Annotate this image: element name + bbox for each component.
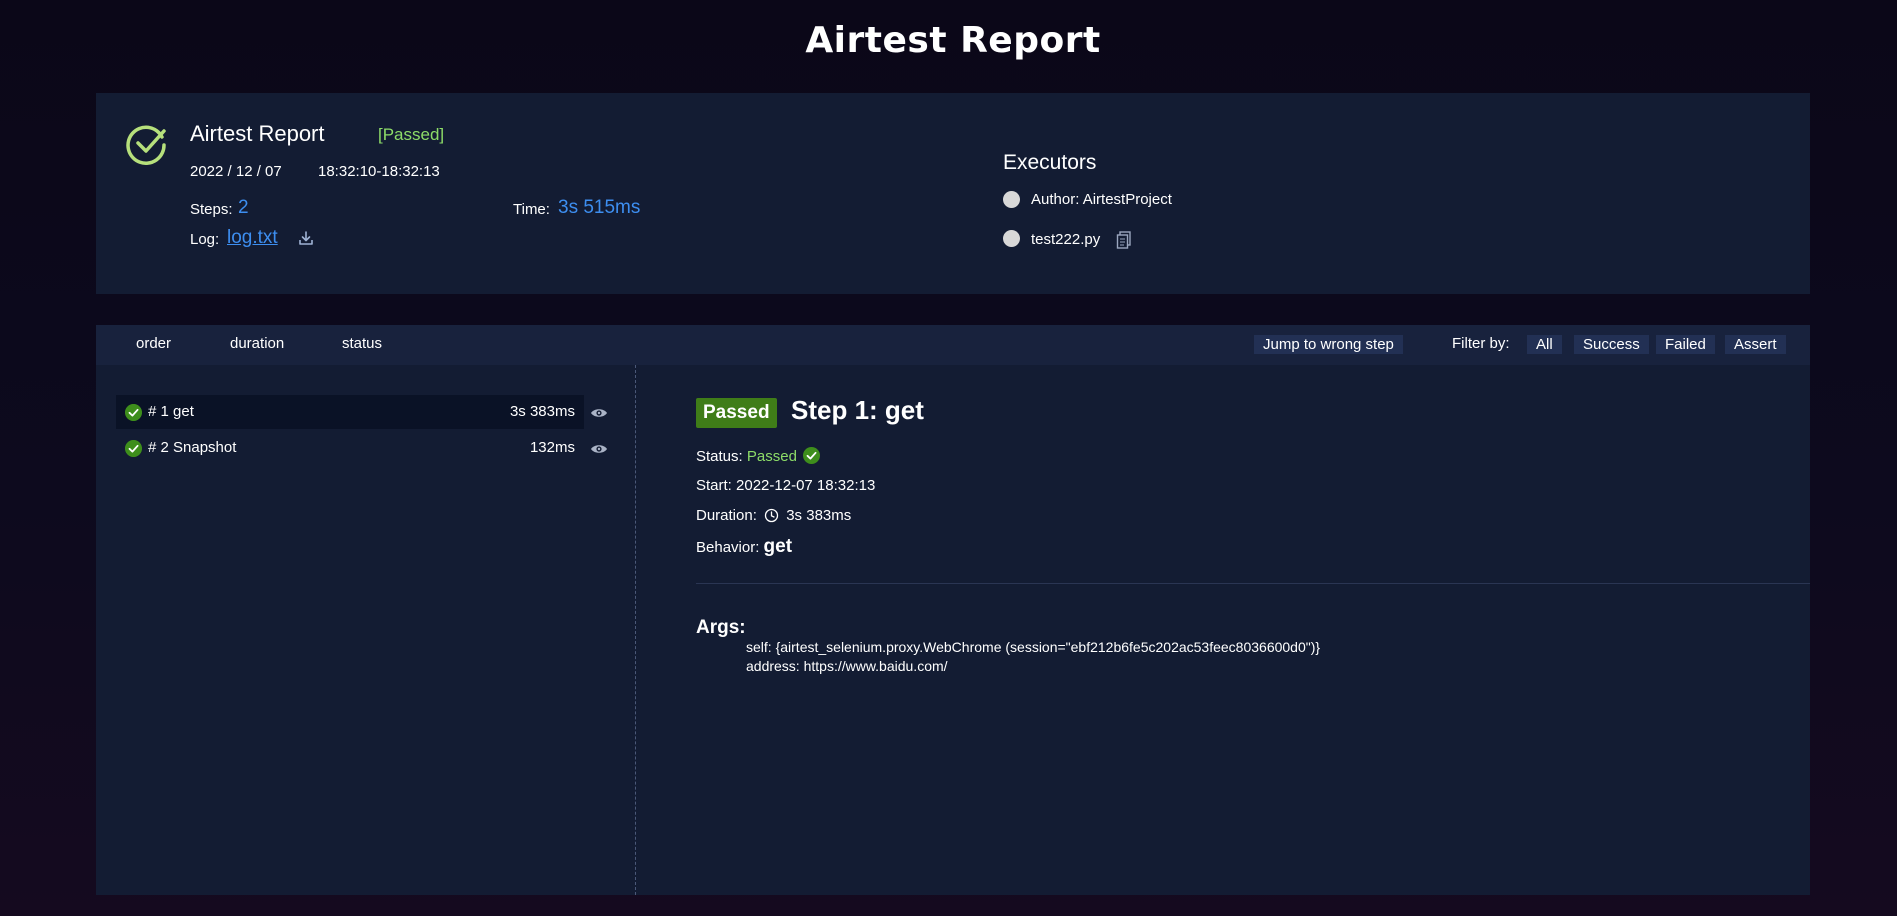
success-check-icon	[803, 447, 821, 464]
step-name: # 2 Snapshot	[148, 439, 237, 456]
sort-duration-button[interactable]: duration	[230, 335, 284, 352]
start-label: Start:	[696, 477, 732, 494]
steps-panel: order duration status Jump to wrong step…	[96, 325, 1810, 895]
report-status: [Passed]	[378, 125, 445, 144]
arg-self: self: {airtest_selenium.proxy.WebChrome …	[746, 639, 1321, 655]
download-icon[interactable]	[298, 230, 314, 246]
status-row: Status: Passed	[696, 447, 821, 465]
filter-success-button[interactable]: Success	[1574, 335, 1649, 354]
behavior-value: get	[763, 536, 793, 557]
step-name: # 1 get	[148, 403, 194, 420]
step-title: Step 1: get	[791, 395, 924, 425]
arg-address: address: https://www.baidu.com/	[746, 658, 948, 674]
detail-divider	[696, 583, 1810, 584]
passed-check-icon	[126, 125, 166, 165]
duration-label: Duration:	[696, 507, 757, 524]
eye-icon[interactable]	[590, 407, 608, 419]
behavior-label: Behavior:	[696, 539, 760, 556]
step-row-1[interactable]: # 1 get 3s 383ms	[116, 395, 584, 429]
behavior-row: Behavior: get	[696, 536, 792, 558]
filter-all-button[interactable]: All	[1527, 335, 1562, 354]
executor-script	[1003, 230, 1020, 252]
log-link[interactable]: log.txt	[227, 227, 278, 249]
copy-icon[interactable]	[1116, 231, 1132, 249]
step-row-2[interactable]: # 2 Snapshot 132ms	[116, 431, 584, 465]
log-label: Log:	[190, 231, 220, 248]
executor-avatar-dot	[1003, 191, 1020, 208]
success-check-icon	[125, 404, 142, 421]
total-time: 3s 515ms	[558, 197, 641, 218]
report-title: Airtest Report	[190, 121, 325, 146]
jump-wrong-step-button[interactable]: Jump to wrong step	[1254, 335, 1403, 354]
duration-row: Duration: 3s 383ms	[696, 507, 851, 524]
args-title: Args:	[696, 617, 746, 638]
sort-status-button[interactable]: status	[342, 335, 382, 352]
status-value: Passed	[746, 448, 797, 465]
report-time-range: 18:32:10-18:32:13	[318, 163, 440, 180]
steps-label: Steps:	[190, 201, 233, 218]
script-dot	[1003, 230, 1020, 247]
duration-value: 3s 383ms	[786, 507, 852, 524]
panel-divider	[635, 365, 636, 895]
clock-icon	[764, 508, 779, 523]
sort-order-button[interactable]: order	[136, 335, 171, 352]
filter-label: Filter by:	[1452, 335, 1510, 352]
page-title: Airtest Report	[805, 20, 1101, 61]
time-label: Time:	[513, 201, 550, 218]
eye-icon[interactable]	[590, 443, 608, 455]
step-duration: 132ms	[529, 439, 575, 456]
report-date: 2022 / 12 / 07	[190, 163, 282, 180]
executor-author-label: Author: AirtestProject	[1031, 191, 1172, 208]
summary-panel: Airtest Report [Passed] 2022 / 12 / 07 1…	[96, 93, 1810, 294]
steps-count: 2	[238, 197, 249, 218]
step-duration: 3s 383ms	[509, 403, 575, 420]
start-row: Start: 2022-12-07 18:32:13	[696, 477, 875, 494]
start-value: 2022-12-07 18:32:13	[736, 477, 876, 494]
success-check-icon	[125, 440, 142, 457]
step-status-badge: Passed	[696, 398, 777, 428]
status-label: Status:	[696, 448, 743, 465]
executor-script-label: test222.py	[1031, 231, 1101, 248]
executor-author	[1003, 191, 1020, 213]
executors-title: Executors	[1003, 151, 1097, 174]
toolbar: order duration status Jump to wrong step…	[96, 325, 1810, 365]
filter-assert-button[interactable]: Assert	[1725, 335, 1786, 354]
filter-failed-button[interactable]: Failed	[1656, 335, 1715, 354]
